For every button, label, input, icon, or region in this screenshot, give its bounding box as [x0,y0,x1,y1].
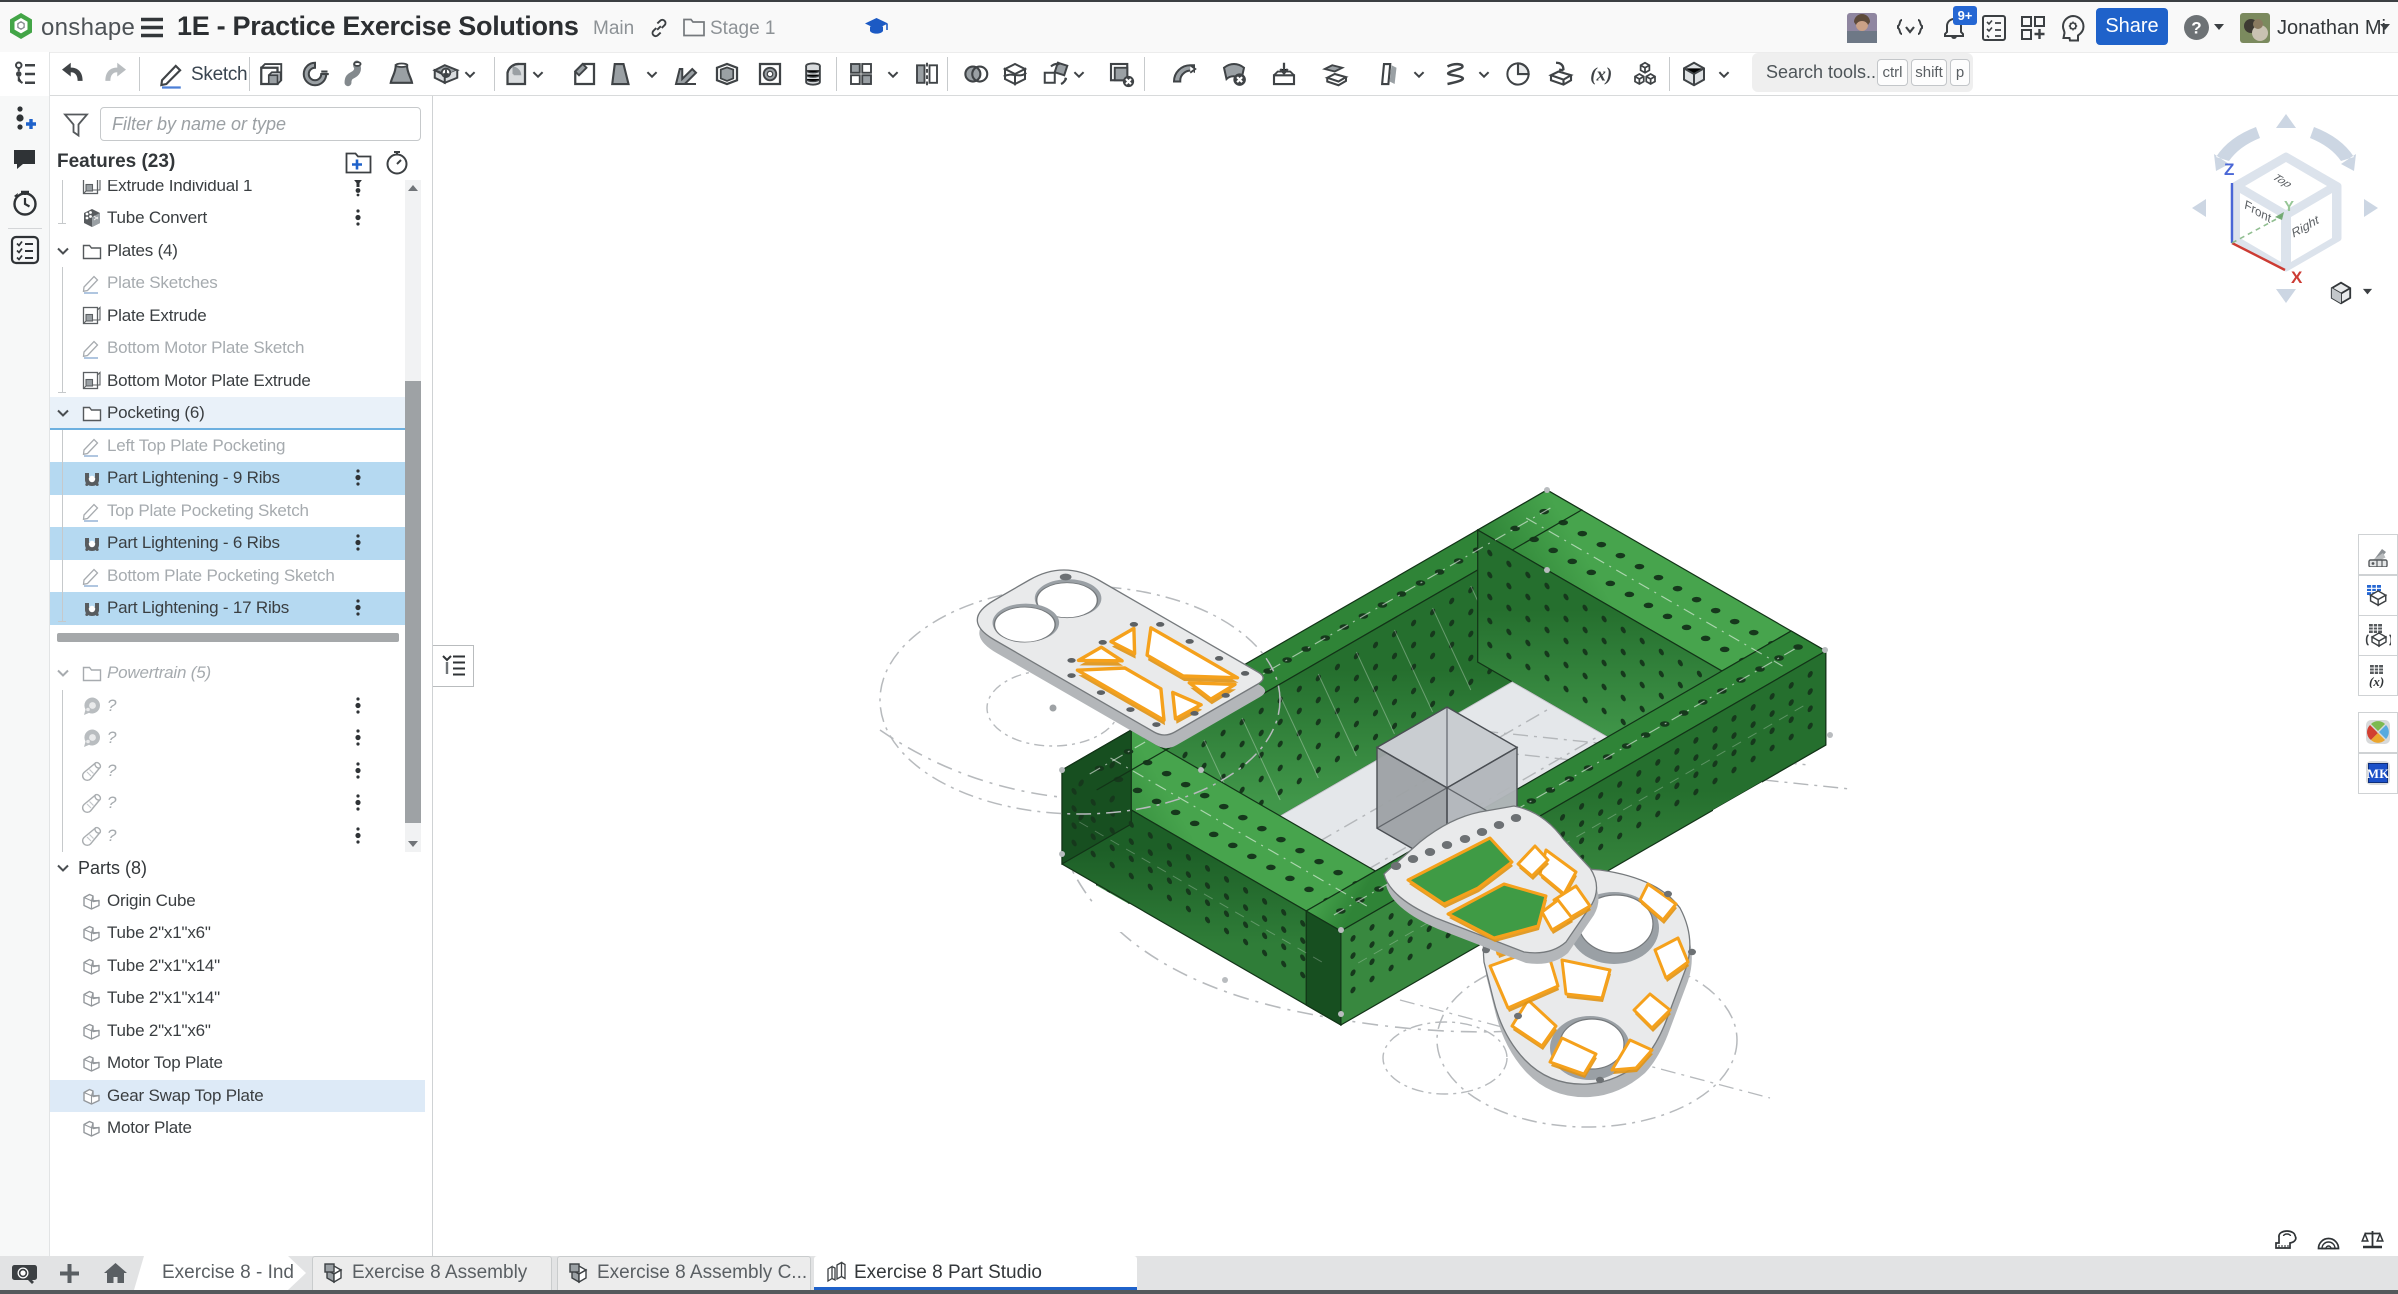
svg-text:MK: MK [2367,766,2390,781]
svg-text:(x): (x) [1590,64,1612,85]
svg-text:X: X [2291,268,2303,287]
svg-text:?: ? [2191,19,2201,38]
svg-text:Y: Y [2284,198,2294,215]
svg-text:(x): (x) [2369,674,2384,688]
svg-text:Z: Z [2224,160,2234,179]
